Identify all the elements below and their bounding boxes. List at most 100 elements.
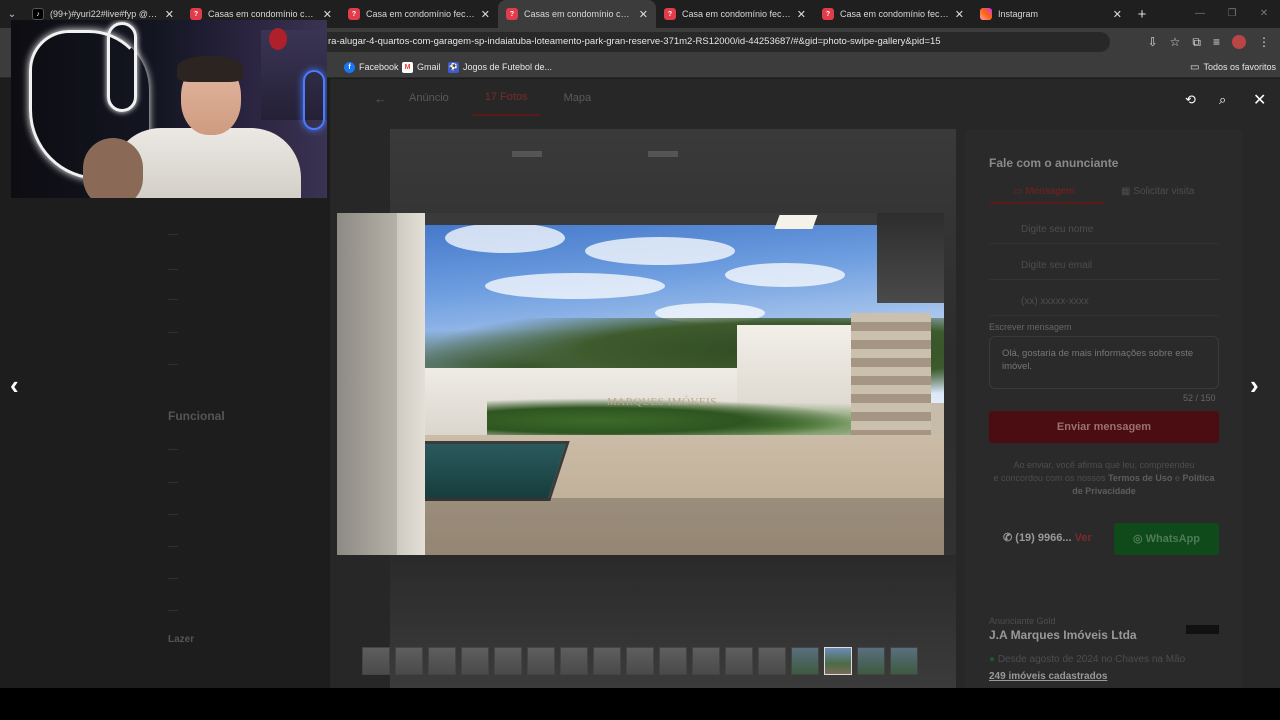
browser-tab-active[interactable]: ? Casas em condomínio com 4 qua ✕: [498, 0, 656, 28]
window-controls: — ❐ ✕: [1184, 0, 1280, 28]
tab-message[interactable]: ▭ Mensagem: [1013, 186, 1075, 197]
whatsapp-button[interactable]: ◎ WhatsApp: [1114, 523, 1219, 555]
browser-tab[interactable]: ? Casa em condomínio fechado com ✕: [814, 0, 972, 28]
tab-title: Casas em condomínio com piscina: [208, 9, 317, 19]
chaves-na-mao-icon: ?: [822, 8, 834, 20]
extensions-icon[interactable]: ⧉: [1192, 35, 1201, 50]
thumbnail[interactable]: [692, 647, 720, 675]
thumbnail[interactable]: [890, 647, 918, 675]
thumbnail[interactable]: [725, 647, 753, 675]
thumbnail[interactable]: [626, 647, 654, 675]
thumbnail[interactable]: [395, 647, 423, 675]
tab-mapa[interactable]: Mapa: [564, 92, 592, 104]
close-gallery-icon[interactable]: ✕: [1253, 90, 1266, 110]
webcam-overlay: [11, 20, 327, 198]
thumbnail[interactable]: [857, 647, 885, 675]
menu-dots-icon[interactable]: ⋮: [1258, 35, 1270, 49]
bookmark-gmail[interactable]: M Gmail: [402, 56, 441, 78]
feature-item: —: [168, 359, 178, 370]
tiktok-icon: ♪: [32, 8, 44, 20]
agent-logo: [1186, 625, 1219, 634]
terms-line-2: e concordou com os nossos: [993, 473, 1106, 483]
next-photo-icon[interactable]: ›: [1250, 372, 1259, 398]
tab-title: Instagram: [998, 9, 1039, 19]
send-message-button[interactable]: Enviar mensagem: [989, 411, 1219, 443]
all-bookmarks[interactable]: ▭ Todos os favoritos: [1190, 56, 1276, 78]
phone-reveal[interactable]: ✆ (19) 9966... Ver: [1003, 531, 1092, 544]
agent-since: ● Desde agosto de 2024 no Chaves na Mão: [989, 654, 1185, 665]
thumbnail[interactable]: [494, 647, 522, 675]
whatsapp-icon: ◎: [1132, 533, 1146, 545]
phone-placeholder: (xx) xxxxx-xxxx: [1021, 296, 1089, 307]
thumbnail[interactable]: [560, 647, 588, 675]
reading-list-icon[interactable]: ≡: [1213, 35, 1220, 49]
thumbnail-strip: [362, 647, 918, 675]
terms-line-1: Ao enviar, você afirma que leu, compreen…: [1013, 460, 1195, 470]
browser-tab[interactable]: ? Casa em condomínio fechado com ✕: [340, 0, 498, 28]
terms-link[interactable]: Termos de Uso: [1108, 473, 1172, 483]
install-app-icon[interactable]: ⇩: [1148, 35, 1158, 49]
close-tab-icon[interactable]: ✕: [323, 8, 332, 21]
close-window-icon[interactable]: ✕: [1248, 0, 1280, 28]
browser-tab[interactable]: Instagram ✕: [972, 0, 1130, 28]
photo-roof: [397, 213, 944, 225]
phone-field[interactable]: (xx) xxxxx-xxxx: [989, 288, 1219, 316]
tab-fotos[interactable]: 17 Fotos: [472, 80, 540, 116]
rotate-icon[interactable]: ⟲: [1185, 92, 1196, 108]
browser-tab[interactable]: ? Casa em condomínio fechado com ✕: [656, 0, 814, 28]
tab-title: Casa em condomínio fechado com: [366, 9, 475, 19]
thumbnail[interactable]: [527, 647, 555, 675]
photo-watermark: MARQUES IMÓVEIS: [607, 396, 717, 408]
thumbnail[interactable]: [362, 647, 390, 675]
agent-card: Anunciante Gold J.A Marques Imóveis Ltda…: [965, 590, 1242, 690]
feature-item: —: [168, 264, 178, 275]
tab-title: Casa em condomínio fechado com: [840, 9, 949, 19]
thumbnail[interactable]: [758, 647, 786, 675]
blue-led: [303, 70, 325, 130]
email-field[interactable]: Digite seu email: [989, 252, 1219, 280]
terms-and: e: [1174, 473, 1180, 483]
name-placeholder: Digite seu nome: [1021, 224, 1094, 235]
minimize-icon[interactable]: —: [1184, 0, 1216, 28]
new-tab-button[interactable]: +: [1130, 6, 1154, 23]
back-arrow-icon[interactable]: ←: [374, 91, 387, 106]
url-field[interactable]: ra-alugar-4-quartos-com-garagem-sp-indai…: [300, 32, 1110, 52]
restore-icon[interactable]: ❐: [1216, 0, 1248, 28]
zoom-icon[interactable]: ⌕: [1219, 92, 1226, 108]
bookmark-jogos[interactable]: ⚽ Jogos de Futebol de...: [448, 56, 552, 78]
name-field[interactable]: Digite seu nome: [989, 216, 1219, 244]
close-tab-icon[interactable]: ✕: [955, 8, 964, 21]
phone-icon: ✆: [1003, 532, 1016, 544]
tab-anuncio[interactable]: Anúncio: [409, 92, 449, 104]
feature-item: —: [168, 509, 178, 520]
thumbnail[interactable]: [593, 647, 621, 675]
thumbnail[interactable]: [791, 647, 819, 675]
close-tab-icon[interactable]: ✕: [797, 8, 806, 21]
profile-avatar[interactable]: [1232, 35, 1246, 49]
screen: ⌄ ♪ (99+)#yuri22#live#fyp @yuribrn ✕ ? C…: [0, 0, 1280, 720]
agent-listings-link[interactable]: 249 imóveis cadastrados: [989, 671, 1107, 682]
bookmark-facebook[interactable]: f Facebook: [344, 56, 399, 78]
tab-visit[interactable]: ▦ Solicitar visita: [1121, 186, 1194, 197]
thumbnail-active[interactable]: [824, 647, 852, 675]
facebook-icon: f: [344, 61, 355, 73]
close-tab-icon[interactable]: ✕: [165, 8, 174, 21]
agent-name[interactable]: J.A Marques Imóveis Ltda: [989, 628, 1137, 642]
thumbnail[interactable]: [659, 647, 687, 675]
thumbnail[interactable]: [428, 647, 456, 675]
previous-photo-icon[interactable]: ‹: [10, 372, 19, 398]
gallery-photo[interactable]: MARQUES IMÓVEIS: [337, 213, 944, 555]
feature-item: —: [168, 541, 178, 552]
close-tab-icon[interactable]: ✕: [481, 8, 490, 21]
message-textarea[interactable]: Olá, gostaria de mais informações sobre …: [989, 336, 1219, 389]
close-tab-icon[interactable]: ✕: [639, 8, 648, 21]
streamer-arm: [83, 138, 143, 198]
message-label: Escrever mensagem: [989, 322, 1072, 332]
chat-icon: ▭: [1013, 186, 1026, 197]
close-tab-icon[interactable]: ✕: [1113, 8, 1122, 21]
contact-title: Fale com o anunciante: [989, 156, 1119, 170]
thumbnail[interactable]: [461, 647, 489, 675]
chaves-na-mao-icon: ?: [664, 8, 676, 20]
bookmark-star-icon[interactable]: ☆: [1170, 35, 1181, 49]
phone-reveal-link[interactable]: Ver: [1075, 532, 1092, 544]
